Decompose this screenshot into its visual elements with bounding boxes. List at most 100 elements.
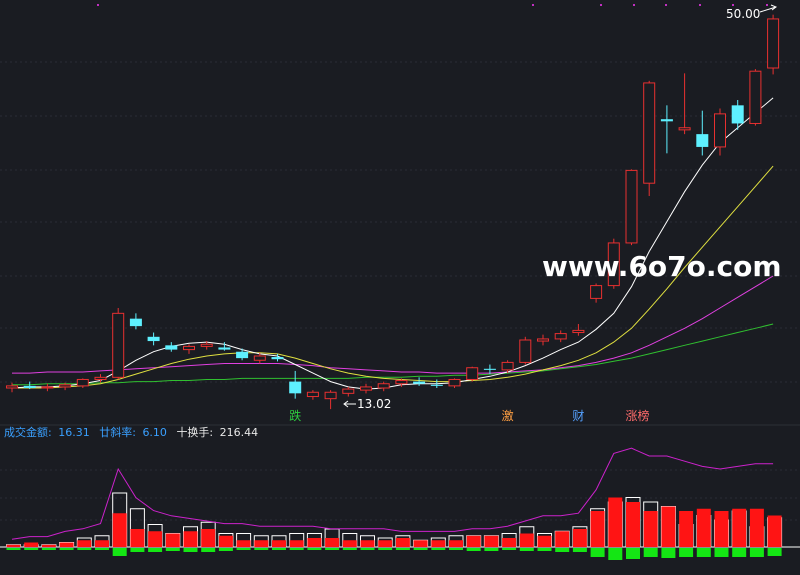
indicator-bar-up	[767, 515, 782, 547]
indicator-bar	[537, 533, 552, 551]
indicator-bar-down	[77, 548, 92, 550]
indicator-bar-up	[6, 544, 21, 547]
indicator-bar	[749, 508, 765, 557]
indicator-bar-up	[218, 535, 233, 547]
indicator-bar-up	[643, 511, 658, 547]
candle-body	[413, 381, 426, 384]
candle-body	[253, 355, 266, 361]
candle-body	[41, 386, 54, 389]
indicator-bar-down	[378, 548, 393, 550]
indicator-bar-down	[201, 548, 216, 552]
indicator-bar-down	[59, 548, 74, 550]
indicator-bar-up	[165, 533, 180, 547]
indicator-bar-down	[449, 548, 463, 550]
indicator-bar-down	[537, 548, 552, 551]
indicator-bar-up	[378, 540, 393, 547]
indicator-bar	[483, 535, 499, 551]
indicator-bar-up	[732, 508, 747, 547]
candle-body	[483, 368, 496, 370]
indicator-bar-up	[307, 538, 322, 547]
indicator-bar-up	[608, 497, 623, 547]
indicator-bar-down	[24, 548, 39, 550]
candle	[643, 80, 656, 196]
indicator-bar-down	[325, 548, 340, 550]
top-tick	[600, 4, 602, 6]
high-price-label: 50.00	[726, 7, 760, 21]
indicator-bar	[466, 535, 482, 551]
candle-body	[6, 385, 18, 389]
candle-body	[714, 113, 726, 148]
indicator-slope-name: 廿斜率:	[99, 425, 136, 439]
indicator-bar-down	[767, 548, 782, 556]
indicator-bar-up	[431, 540, 446, 547]
indicator-bar-down	[289, 548, 304, 550]
indicator-bar-up	[413, 540, 428, 547]
indicator-bar-up	[555, 531, 570, 547]
indicator-bar-down	[360, 548, 375, 550]
candle-body	[324, 391, 337, 400]
indicator-bar-down	[342, 548, 357, 550]
candle-body	[112, 312, 125, 378]
indicator-bar	[218, 533, 234, 551]
candle-body	[395, 380, 408, 385]
indicator-bar	[678, 511, 694, 557]
indicator-bar	[59, 542, 75, 550]
indicator-amount-name: 成交金额:	[4, 425, 52, 439]
indicator-bar	[413, 539, 429, 550]
indicator-bar-down	[272, 548, 286, 550]
indicator-bar-down	[112, 548, 127, 556]
indicator-bar-up	[289, 540, 304, 547]
chart-background	[0, 0, 800, 575]
candle-body	[643, 82, 656, 184]
indicator-bar-up	[714, 511, 729, 547]
indicator-bar-up	[342, 540, 357, 547]
candle-body	[501, 361, 514, 371]
candle-body	[430, 384, 443, 386]
indicator-bar-down	[643, 548, 658, 557]
indicator-turnover-name: 十换手:	[176, 425, 213, 439]
candle	[625, 169, 638, 246]
indicator-label-amount: 成交金额: 16.31 廿斜率: 6.10 十换手: 216.44	[4, 425, 258, 439]
indicator-slope-value: 6.10	[142, 426, 167, 439]
indicator-bar-up	[95, 540, 109, 547]
candle-body	[147, 336, 160, 342]
indicator-bar	[165, 533, 181, 551]
indicator-bar	[23, 542, 39, 550]
indicator-bar-down	[590, 548, 605, 557]
indicator-bar-down	[626, 548, 640, 559]
indicator-bar	[590, 508, 606, 557]
top-tick	[766, 4, 768, 6]
candle-body	[448, 378, 461, 387]
indicator-bar	[696, 508, 712, 557]
watermark: www.6o7o.com	[542, 250, 782, 283]
candle-body	[731, 105, 744, 124]
indicator-bar-down	[608, 548, 623, 560]
indicator-bar-down	[555, 548, 570, 552]
candle-body	[183, 345, 195, 351]
indicator-bar	[6, 544, 21, 550]
candle-body	[94, 376, 107, 380]
event-tag: 财	[572, 409, 584, 423]
candle-body	[289, 381, 302, 394]
indicator-bar-up	[696, 508, 711, 547]
indicator-bar-up	[77, 540, 92, 547]
event-tag: 跌	[289, 408, 301, 423]
candle-body	[537, 338, 549, 342]
indicator-bar-up	[466, 535, 481, 547]
indicator-bar-down	[183, 548, 198, 552]
candle-body	[306, 391, 319, 398]
indicator-bar-up	[519, 533, 534, 547]
indicator-bar-down	[661, 548, 676, 558]
indicator-amount-value: 16.31	[58, 426, 90, 439]
indicator-bar-down	[466, 548, 481, 551]
indicator-bar-up	[201, 529, 216, 547]
candle-body	[466, 367, 479, 380]
indicator-bar-down	[572, 548, 587, 552]
indicator-bar-up	[626, 502, 640, 547]
indicator-bar-up	[449, 540, 463, 547]
candle-body	[767, 18, 780, 69]
indicator-bar-up	[148, 531, 163, 547]
indicator-bar-up	[183, 531, 198, 547]
event-tag: 涨榜	[626, 408, 650, 423]
candle-body	[76, 378, 89, 387]
